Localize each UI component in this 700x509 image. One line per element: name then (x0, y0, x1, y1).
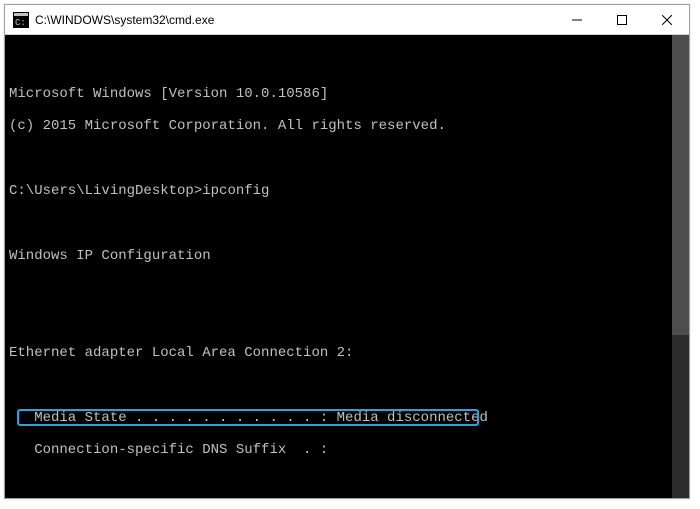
close-button[interactable] (644, 5, 689, 34)
titlebar[interactable]: C: C:\WINDOWS\system32\cmd.exe (5, 5, 689, 35)
vertical-scrollbar[interactable] (672, 35, 689, 498)
blank-line (9, 377, 687, 393)
prompt-path: C:\Users\LivingDesktop> (9, 183, 202, 199)
svg-text:C:: C: (15, 18, 26, 28)
window-controls (554, 5, 689, 34)
blank-line (9, 150, 687, 166)
terminal-viewport[interactable]: Microsoft Windows [Version 10.0.10586] (… (5, 35, 689, 498)
minimize-button[interactable] (554, 5, 599, 34)
cmd-window: C: C:\WINDOWS\system32\cmd.exe Microsoft… (4, 4, 690, 499)
prompt-line: C:\Users\LivingDesktop>ipconfig (9, 183, 687, 199)
typed-command: ipconfig (202, 183, 269, 199)
adapter-header: Ethernet adapter Local Area Connection 2… (9, 345, 687, 361)
window-title: C:\WINDOWS\system32\cmd.exe (35, 13, 554, 27)
banner-line: (c) 2015 Microsoft Corporation. All righ… (9, 118, 687, 134)
cmd-icon: C: (13, 12, 29, 28)
blank-line (9, 215, 687, 231)
maximize-button[interactable] (599, 5, 644, 34)
blank-line (9, 312, 687, 328)
blank-line (9, 280, 687, 296)
terminal-content: Microsoft Windows [Version 10.0.10586] (… (9, 69, 687, 498)
blank-line (9, 474, 687, 490)
section-heading: Windows IP Configuration (9, 248, 687, 264)
banner-line: Microsoft Windows [Version 10.0.10586] (9, 86, 687, 102)
adapter-field: Connection-specific DNS Suffix . : (9, 442, 687, 458)
scroll-thumb[interactable] (672, 35, 689, 335)
adapter-field: Media State . . . . . . . . . . . : Medi… (9, 410, 687, 426)
